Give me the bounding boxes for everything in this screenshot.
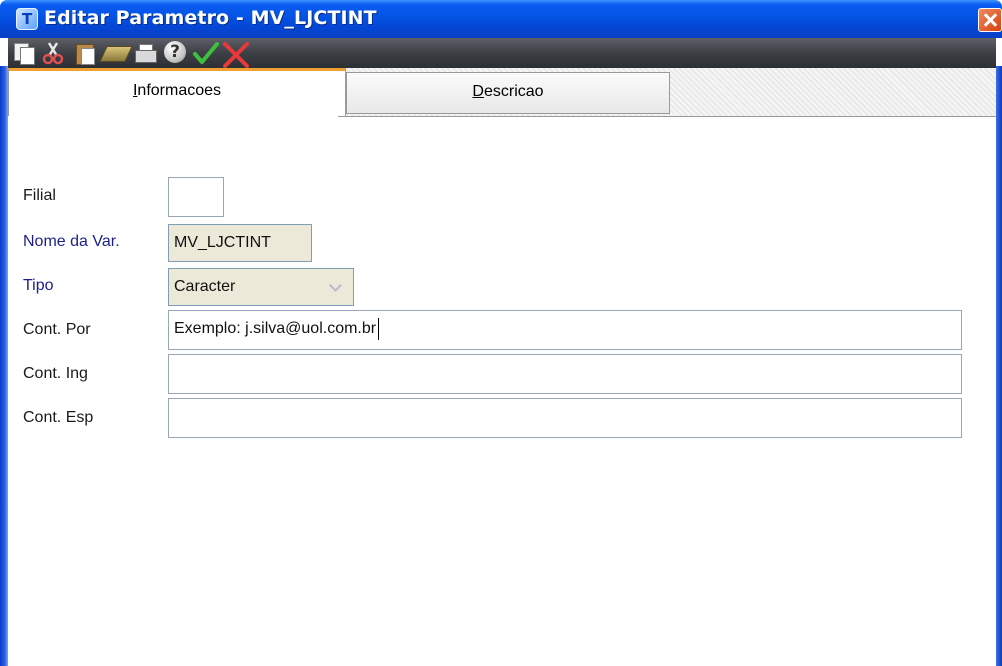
- close-button[interactable]: [978, 8, 1002, 32]
- cont-por-label: Cont. Por: [23, 321, 91, 338]
- cont-esp-input[interactable]: [168, 398, 962, 438]
- window-frame-left: [0, 66, 8, 666]
- cont-ing-input[interactable]: [168, 354, 962, 394]
- nome-da-var-field: MV_LJCTINT: [168, 224, 312, 262]
- tab-descricao-label: Descricao: [472, 83, 544, 100]
- copy-icon[interactable]: [12, 41, 38, 65]
- cut-icon[interactable]: [40, 41, 66, 65]
- nome-da-var-label: Nome da Var.: [23, 233, 120, 250]
- confirm-check-icon[interactable]: [192, 41, 219, 65]
- parameter-form: Filial Nome da Var. MV_LJCTINT Tipo Cara…: [8, 117, 996, 666]
- tab-strip: Informacoes Descricao: [8, 68, 996, 116]
- tipo-label: Tipo: [23, 277, 54, 294]
- cont-por-value: Exemplo: j.silva@uol.com.br: [174, 320, 377, 337]
- tipo-select[interactable]: Caracter: [168, 268, 354, 306]
- window-title: Editar Parametro - MV_LJCTINT: [44, 7, 377, 29]
- tab-informacoes-label: Informacoes: [132, 82, 222, 99]
- cont-por-input[interactable]: Exemplo: j.silva@uol.com.br: [168, 310, 962, 350]
- cancel-x-icon[interactable]: [222, 41, 249, 68]
- print-icon[interactable]: [132, 41, 158, 65]
- tab-informacoes[interactable]: Informacoes: [8, 68, 346, 116]
- tipo-select-value: Caracter: [174, 278, 236, 295]
- cont-ing-label: Cont. Ing: [23, 365, 88, 382]
- tab-descricao[interactable]: Descricao: [346, 72, 670, 114]
- cont-esp-label: Cont. Esp: [23, 409, 94, 426]
- window-frame-right: [996, 66, 1002, 666]
- help-icon[interactable]: ?: [162, 41, 188, 65]
- edit-parameter-window: Editar Parametro - MV_LJCTINT ?: [0, 0, 1002, 666]
- calculator-icon[interactable]: [99, 41, 133, 65]
- title-bar[interactable]: Editar Parametro - MV_LJCTINT: [0, 0, 1002, 38]
- chevron-down-icon[interactable]: [325, 275, 347, 299]
- filial-field[interactable]: [168, 177, 224, 217]
- filial-label: Filial: [23, 187, 56, 204]
- paste-icon[interactable]: [72, 41, 98, 65]
- toolbar: ?: [8, 38, 996, 68]
- text-caret: [378, 317, 380, 340]
- app-icon: [16, 8, 38, 30]
